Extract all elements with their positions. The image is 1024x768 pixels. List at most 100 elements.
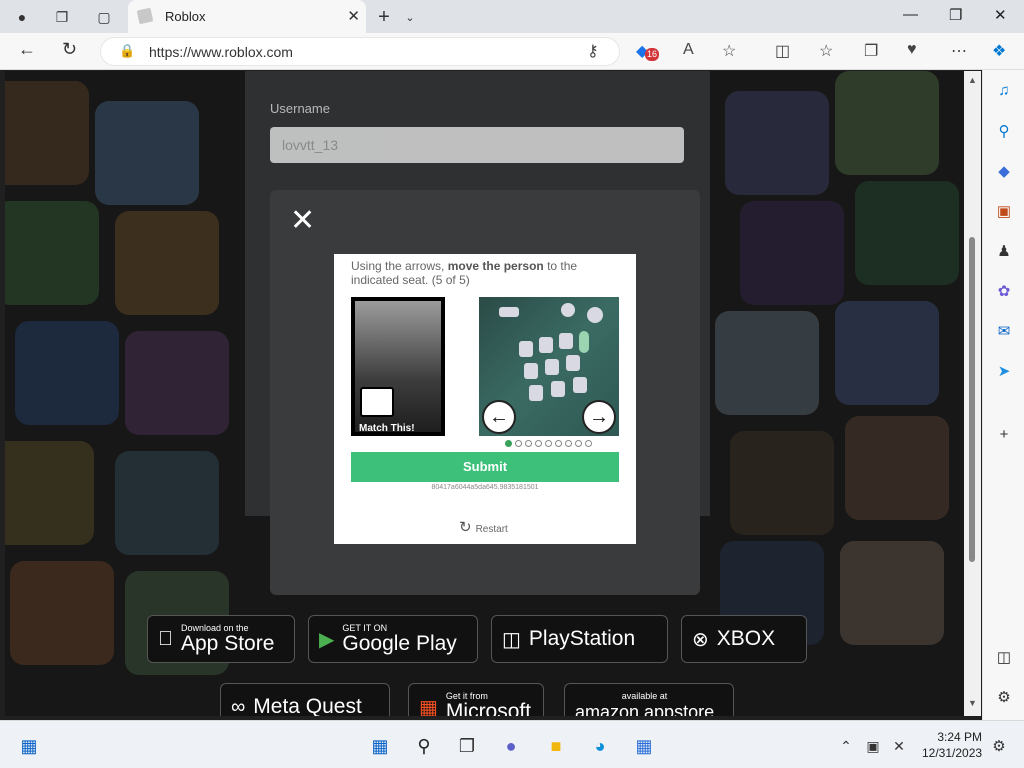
scroll-up-icon[interactable]: ▲	[968, 75, 977, 85]
challenge-id: 80417a6044a5da645.9835181501	[431, 484, 539, 491]
shopping-tag-icon[interactable]: ◆	[994, 162, 1014, 182]
close-tab-icon[interactable]: ✕	[347, 7, 360, 25]
store-small-text: available at	[621, 691, 668, 701]
sidebar-layout-icon[interactable]: ◫	[994, 648, 1014, 668]
read-aloud-icon[interactable]: A	[683, 41, 694, 59]
add-icon[interactable]: +	[994, 426, 1014, 446]
microsoft-store-badge[interactable]: ▦ Get it from Microsoft	[408, 683, 544, 716]
seat	[573, 377, 587, 393]
web-page: Username lovvtt_13 ✕ Using the arrows, m…	[5, 71, 964, 716]
close-window-button[interactable]: ✕	[994, 6, 1007, 24]
send-icon[interactable]: ➤	[994, 362, 1014, 382]
copilot-icon[interactable]: ❖	[992, 41, 1006, 61]
clock-time: 3:24 PM	[937, 730, 983, 744]
back-icon[interactable]: ←	[18, 39, 36, 60]
restart-button[interactable]: ↻ Restart	[459, 518, 508, 536]
seat	[524, 363, 538, 379]
progress-dot	[575, 440, 582, 447]
browser-essentials-icon[interactable]: ♥	[907, 41, 917, 59]
start-icon[interactable]: ▦	[367, 733, 393, 759]
reference-image: Match This!	[351, 297, 445, 436]
close-icon[interactable]: ✕	[290, 206, 315, 236]
scrollbar-thumb[interactable]	[969, 237, 975, 562]
tab-actions-icon[interactable]: ▢	[90, 4, 118, 30]
arrow-left-button[interactable]: ←	[482, 400, 516, 434]
store-name: Meta Quest	[253, 695, 362, 717]
seat	[539, 337, 553, 353]
windows-taskbar: ▦ ▦ ⚲ ❐ ● ■ ◕ ▦ ⌃ ▣ ✕ 3:24 PM 12/31/2023…	[0, 720, 1024, 768]
address-bar-row: ← ↻ 🔒 https://www.roblox.com ⚷ ◆ A ☆ ◫ ☆…	[0, 33, 1024, 70]
tab-bar: ● ❐ ▢ Roblox ✕ + ⌄ — ❐ ✕	[0, 0, 1024, 33]
task-view-icon[interactable]: ❐	[454, 733, 480, 759]
progress-dot	[585, 440, 592, 447]
meta-quest-badge[interactable]: ∞ Meta Quest	[220, 683, 390, 716]
meta-icon: ∞	[231, 695, 246, 717]
minimize-button[interactable]: —	[903, 6, 918, 23]
m365-icon[interactable]: ✿	[994, 282, 1014, 302]
favorite-star-icon[interactable]: ☆	[722, 41, 736, 61]
network-icon[interactable]: ▣	[860, 733, 886, 759]
progress-dot	[525, 440, 532, 447]
page-scrollbar[interactable]: ▲ ▼	[964, 71, 981, 716]
username-label: Username	[270, 101, 330, 116]
new-tab-button[interactable]: +	[370, 4, 398, 30]
more-menu-icon[interactable]: ⋯	[951, 41, 967, 61]
teams-chat-icon[interactable]: ●	[498, 733, 524, 759]
search-icon[interactable]: ⚲	[411, 733, 437, 759]
key-icon[interactable]: ⚷	[587, 41, 599, 61]
notification-badge: 16	[645, 48, 659, 61]
instruction-prefix: Using the arrows,	[351, 259, 448, 273]
arrow-right-button[interactable]: →	[582, 400, 616, 434]
notification-bell-icon[interactable]: ♫	[994, 82, 1014, 102]
edge-sidebar: ♫ ⚲ ◆ ▣ ♟ ✿ ✉ ➤ + ◫ ⚙	[982, 70, 1024, 720]
puzzle-image: ← →	[479, 297, 619, 436]
edge-browser-icon[interactable]: ◕	[587, 733, 613, 759]
reference-scene	[355, 301, 441, 432]
workspaces-icon[interactable]: ❐	[48, 4, 76, 30]
xbox-badge[interactable]: ⊗ XBOX	[681, 615, 807, 663]
chevron-up-icon[interactable]: ⌃	[833, 733, 859, 759]
icon-symbol	[561, 303, 575, 317]
progress-dot	[505, 440, 512, 447]
store-name: Google Play	[342, 632, 457, 655]
app-store-badge[interactable]:  Download on theApp Store	[147, 615, 295, 663]
volume-muted-icon[interactable]: ✕	[886, 733, 912, 759]
store-name: Microsoft	[445, 700, 532, 717]
tab-title: Roblox	[165, 9, 206, 24]
collections-icon[interactable]: ❐	[864, 41, 878, 61]
playstation-icon: ◫	[502, 628, 521, 651]
google-play-badge[interactable]: ▶ GET IT ON Google Play	[308, 615, 478, 663]
microsoft-store-icon[interactable]: ▦	[631, 733, 657, 759]
outlook-icon[interactable]: ✉	[994, 322, 1014, 342]
progress-dot	[515, 440, 522, 447]
restart-label: Restart	[475, 524, 508, 535]
notifications-icon[interactable]: ⚙	[986, 733, 1012, 759]
progress-dot	[545, 440, 552, 447]
amazon-appstore-badge[interactable]: available at amazon appstore	[564, 683, 734, 716]
tab-roblox[interactable]: Roblox ✕	[128, 0, 366, 33]
search-icon[interactable]: ⚲	[994, 122, 1014, 142]
split-screen-icon[interactable]: ◫	[775, 41, 790, 61]
widgets-icon[interactable]: ▦	[16, 733, 42, 759]
progress-dots	[505, 440, 592, 447]
submit-button[interactable]: Submit	[351, 452, 619, 482]
restart-icon: ↻	[459, 519, 472, 536]
username-input[interactable]: lovvtt_13	[270, 127, 684, 163]
roblox-favicon-icon	[136, 7, 154, 25]
restore-button[interactable]: ❐	[949, 6, 962, 24]
progress-dot	[555, 440, 562, 447]
games-icon[interactable]: ♟	[994, 242, 1014, 262]
system-clock[interactable]: 3:24 PM 12/31/2023	[922, 729, 982, 761]
chevron-down-icon[interactable]: ⌄	[396, 4, 424, 30]
settings-gear-icon[interactable]: ⚙	[994, 688, 1014, 708]
favorites-icon[interactable]: ☆	[819, 41, 833, 61]
playstation-badge[interactable]: ◫ PlayStation	[491, 615, 668, 663]
tools-icon[interactable]: ▣	[994, 202, 1014, 222]
url-field[interactable]: 🔒 https://www.roblox.com	[100, 37, 620, 66]
icon-symbol	[499, 307, 519, 317]
scroll-down-icon[interactable]: ▼	[968, 698, 977, 708]
file-explorer-icon[interactable]: ■	[543, 733, 569, 759]
profile-icon[interactable]: ●	[8, 4, 36, 30]
refresh-icon[interactable]: ↻	[62, 39, 77, 60]
captcha-challenge: Using the arrows, move the person to the…	[334, 254, 636, 544]
